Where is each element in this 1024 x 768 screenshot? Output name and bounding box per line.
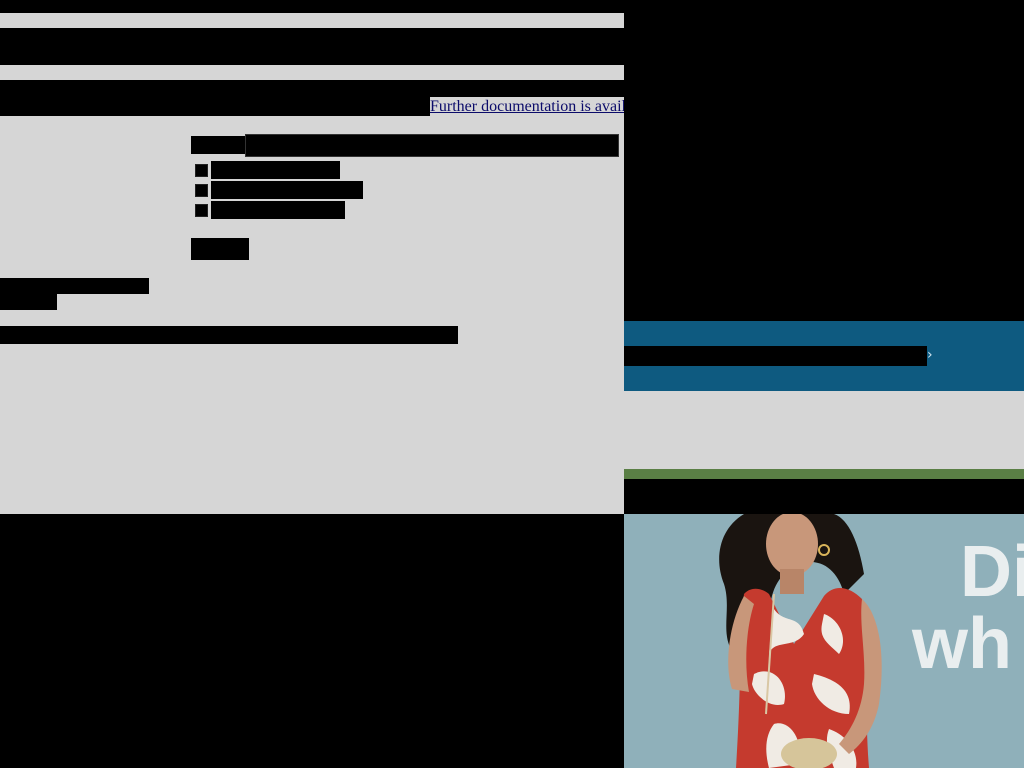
site-header-band — [624, 391, 1024, 469]
checkbox[interactable] — [195, 163, 208, 177]
redacted-info-text — [0, 294, 57, 310]
divider — [0, 65, 624, 80]
field-label — [191, 136, 247, 154]
hero-banner[interactable]: Di wh — [624, 514, 1024, 768]
documentation-link[interactable]: Further documentation is avail — [430, 97, 624, 116]
checkbox-option[interactable] — [195, 181, 363, 199]
redacted-info-text — [0, 326, 458, 344]
redacted-dialog-title — [0, 28, 624, 65]
checkbox-label — [211, 201, 345, 219]
redacted-area — [0, 514, 624, 768]
redacted-area — [624, 0, 1024, 321]
screen: Further documentation is avail › Di wh — [0, 0, 1024, 768]
checkbox-option[interactable] — [195, 161, 340, 179]
text-input-field[interactable] — [245, 134, 619, 157]
checkbox-label — [211, 181, 363, 199]
checkbox[interactable] — [195, 203, 208, 217]
divider — [0, 13, 624, 28]
checkbox-label — [211, 161, 340, 179]
redacted-info-text — [0, 278, 149, 294]
chevron-right-icon: › — [927, 347, 933, 363]
accent-stripe — [624, 469, 1024, 479]
submit-button[interactable] — [191, 238, 249, 260]
promo-banner[interactable]: › — [624, 321, 1024, 391]
checkbox-option[interactable] — [195, 201, 345, 219]
hero-headline: Di wh — [908, 536, 1024, 706]
checkbox[interactable] — [195, 183, 208, 197]
dialog-panel: Further documentation is avail — [0, 0, 624, 514]
hero-headline-line: wh — [912, 604, 1012, 684]
hero-headline-line: Di — [960, 536, 1024, 612]
redacted-top-bar — [0, 0, 624, 13]
redacted-nav-bar — [624, 479, 1024, 514]
promo-banner-text — [624, 346, 927, 366]
